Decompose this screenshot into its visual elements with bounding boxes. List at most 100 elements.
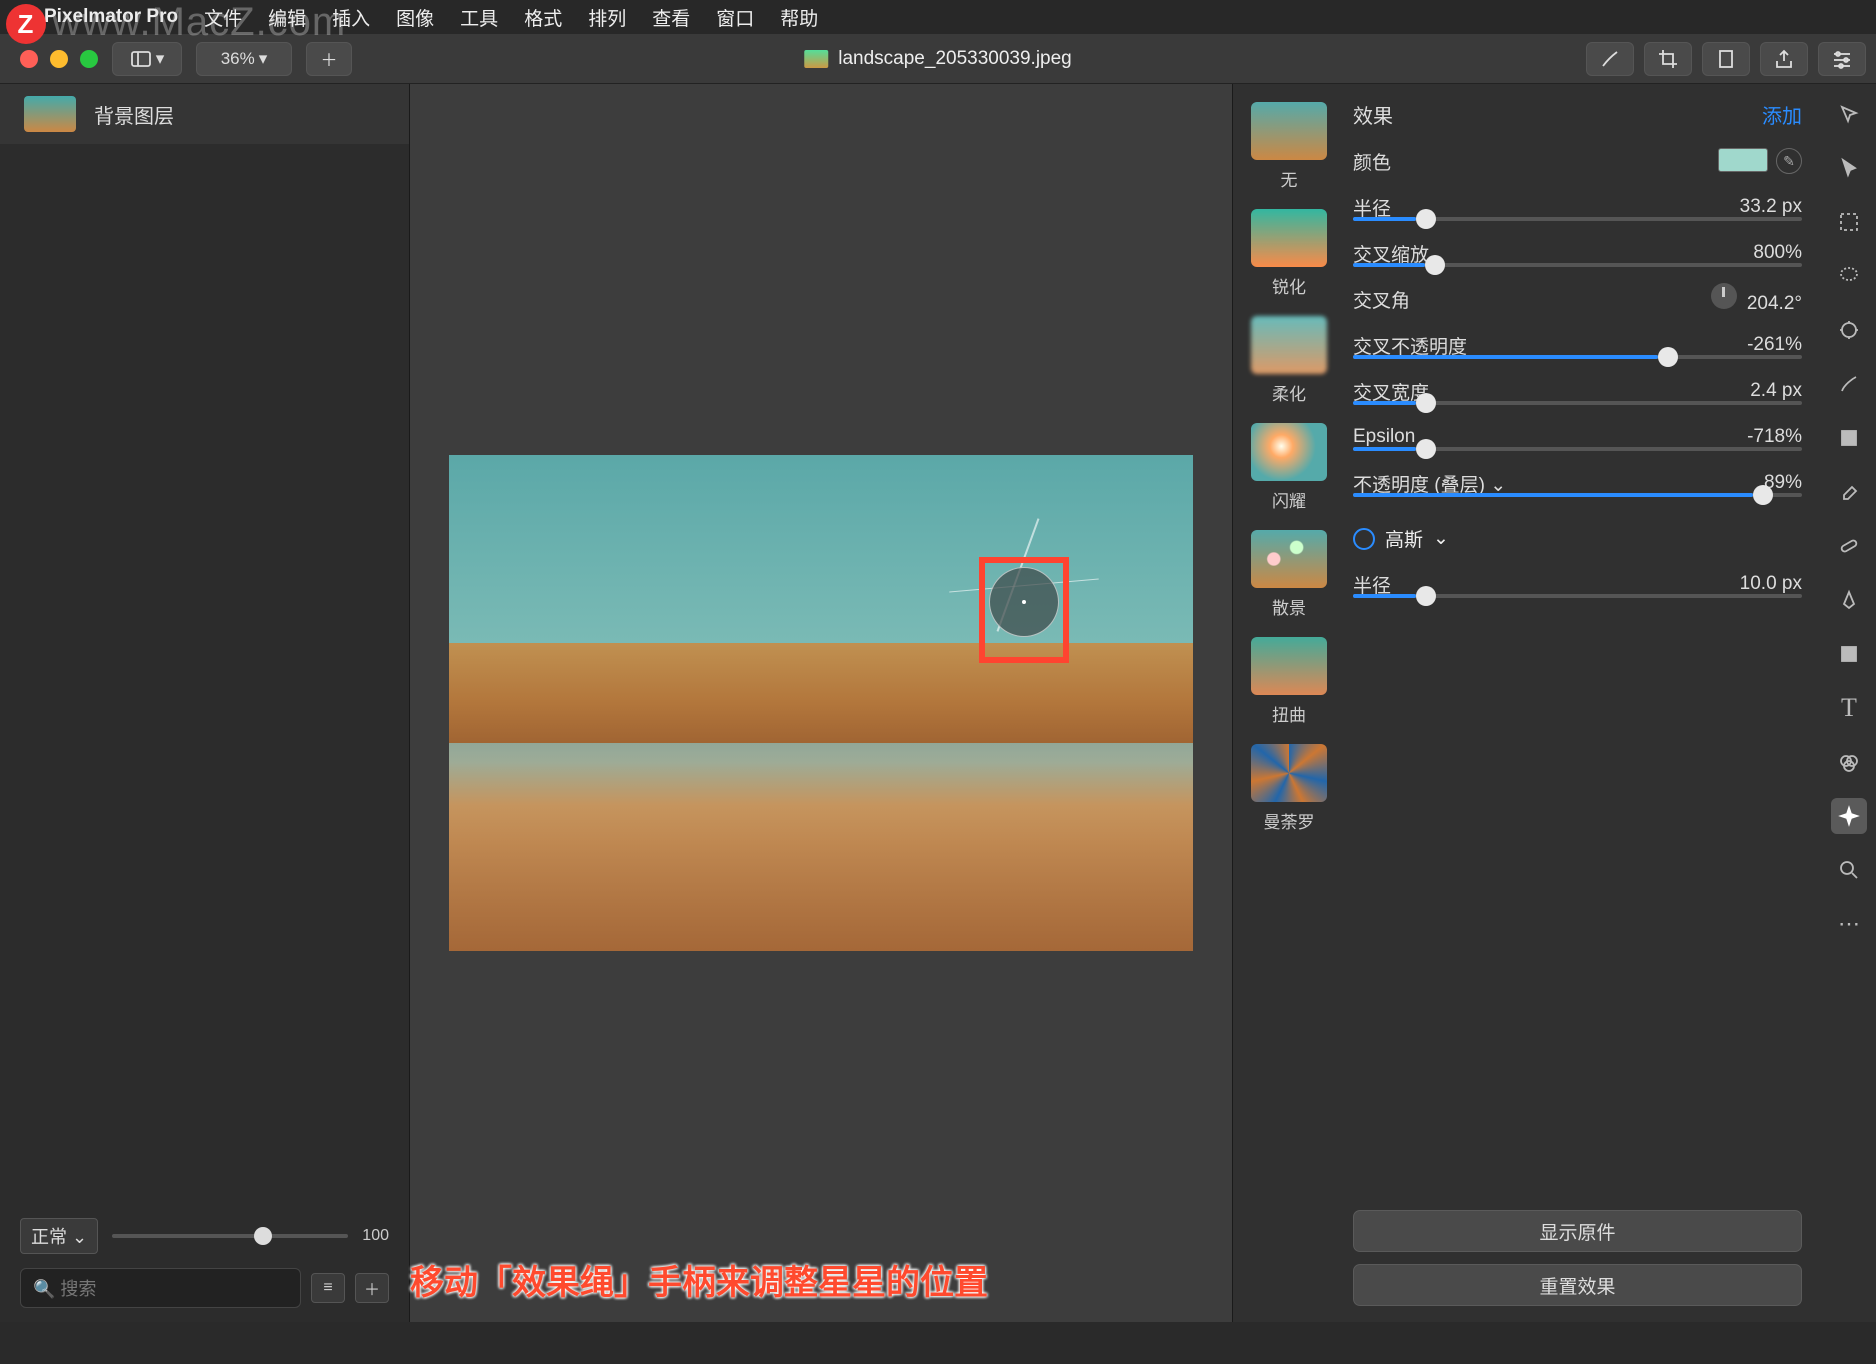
preset-bokeh[interactable]: 散景 bbox=[1251, 530, 1327, 619]
preset-label: 锐化 bbox=[1272, 273, 1306, 298]
layer-row[interactable]: 背景图层 bbox=[0, 84, 409, 144]
tool-text[interactable]: T bbox=[1831, 690, 1867, 726]
window-minimize-button[interactable] bbox=[50, 50, 68, 68]
adjustments-button[interactable] bbox=[1818, 42, 1866, 76]
menu-edit[interactable]: 编辑 bbox=[268, 4, 306, 31]
sidebar-toggle-button[interactable]: ▾ bbox=[112, 42, 182, 76]
bandage-icon bbox=[1838, 535, 1860, 557]
preset-soften[interactable]: 柔化 bbox=[1251, 316, 1327, 405]
cross-scale-slider[interactable] bbox=[1353, 263, 1802, 267]
param-cross-angle-value: 204.2° bbox=[1747, 293, 1802, 314]
sliders-icon bbox=[1831, 48, 1853, 70]
param-color-label: 颜色 bbox=[1353, 148, 1391, 175]
menu-view[interactable]: 查看 bbox=[652, 4, 690, 31]
cross-width-slider[interactable] bbox=[1353, 401, 1802, 405]
tool-marquee[interactable] bbox=[1831, 204, 1867, 240]
swatch-icon bbox=[1838, 103, 1860, 125]
document-title[interactable]: landscape_205330039.jpeg bbox=[804, 48, 1072, 70]
arrow-icon bbox=[1838, 157, 1860, 179]
radius2-slider[interactable] bbox=[1353, 594, 1802, 598]
epsilon-slider[interactable] bbox=[1353, 447, 1802, 451]
menu-help[interactable]: 帮助 bbox=[780, 4, 818, 31]
document-thumb-icon bbox=[804, 50, 828, 68]
window-close-button[interactable] bbox=[20, 50, 38, 68]
tool-zoom[interactable] bbox=[1831, 852, 1867, 888]
tool-color-adjust[interactable] bbox=[1831, 744, 1867, 780]
show-original-button[interactable]: 显示原件 bbox=[1353, 1210, 1802, 1252]
menu-arrange[interactable]: 排列 bbox=[588, 4, 626, 31]
layer-opacity-value: 100 bbox=[362, 1227, 389, 1245]
angle-dial[interactable] bbox=[1711, 283, 1737, 309]
tool-brush[interactable] bbox=[1831, 366, 1867, 402]
preset-sparkle[interactable]: 闪耀 bbox=[1251, 423, 1327, 512]
cross-opacity-slider[interactable] bbox=[1353, 355, 1802, 359]
paint-tool-button[interactable] bbox=[1586, 42, 1634, 76]
menu-format[interactable]: 格式 bbox=[524, 4, 562, 31]
eyedropper-button[interactable]: ✎ bbox=[1776, 148, 1802, 174]
layer-opacity-slider[interactable] bbox=[112, 1234, 348, 1238]
preset-label: 柔化 bbox=[1272, 380, 1306, 405]
ellipsis-icon: ⋯ bbox=[1838, 911, 1860, 937]
share-button[interactable] bbox=[1760, 42, 1808, 76]
system-menubar: Pixelmator Pro 文件 编辑 插入 图像 工具 格式 排列 查看 窗… bbox=[0, 0, 1876, 34]
preset-none[interactable]: 无 bbox=[1251, 102, 1327, 191]
layers-search-input[interactable]: 🔍 搜索 bbox=[20, 1268, 301, 1308]
brush-icon bbox=[1599, 48, 1621, 70]
add-button[interactable]: ＋ bbox=[306, 42, 352, 76]
menu-file[interactable]: 文件 bbox=[204, 4, 242, 31]
tool-shape[interactable] bbox=[1831, 636, 1867, 672]
preset-mandala[interactable]: 曼荼罗 bbox=[1251, 744, 1327, 833]
crop-icon bbox=[1657, 48, 1679, 70]
preset-sharpen[interactable]: 锐化 bbox=[1251, 209, 1327, 298]
tool-lasso[interactable] bbox=[1831, 258, 1867, 294]
tool-effects[interactable] bbox=[1831, 798, 1867, 834]
tool-heal[interactable] bbox=[1831, 528, 1867, 564]
canvas-image[interactable] bbox=[449, 455, 1193, 951]
menu-insert[interactable]: 插入 bbox=[332, 4, 370, 31]
reset-effects-button[interactable]: 重置效果 bbox=[1353, 1264, 1802, 1306]
preset-distort[interactable]: 扭曲 bbox=[1251, 637, 1327, 726]
opacity-slider[interactable] bbox=[1353, 493, 1802, 497]
menu-tools[interactable]: 工具 bbox=[460, 4, 498, 31]
preset-label: 无 bbox=[1281, 166, 1298, 191]
preset-thumb-icon bbox=[1251, 423, 1327, 481]
menu-window[interactable]: 窗口 bbox=[716, 4, 754, 31]
eraser-icon bbox=[1838, 481, 1860, 503]
zoom-value: 36% bbox=[221, 49, 255, 69]
preset-thumb-icon bbox=[1251, 316, 1327, 374]
color-swatch[interactable] bbox=[1718, 148, 1768, 172]
tool-magic-wand[interactable] bbox=[1831, 312, 1867, 348]
window-maximize-button[interactable] bbox=[80, 50, 98, 68]
add-effect-button[interactable]: 添加 bbox=[1762, 100, 1802, 129]
param-cross-scale-value: 800% bbox=[1753, 242, 1802, 264]
tool-pen[interactable] bbox=[1831, 582, 1867, 618]
tool-eraser[interactable] bbox=[1831, 474, 1867, 510]
menu-image[interactable]: 图像 bbox=[396, 4, 434, 31]
right-toolbar: T ⋯ bbox=[1822, 84, 1876, 1322]
blend-mode-select[interactable]: 正常 ⌄ bbox=[20, 1218, 98, 1254]
effects-panel: 无 锐化 柔化 闪耀 散景 扭曲 曼荼罗 效果 添加 颜色 ✎ 半径33.2 p… bbox=[1232, 84, 1822, 1322]
tool-fill[interactable] bbox=[1831, 420, 1867, 456]
canvas-area[interactable]: 移动「效果绳」手柄来调整星星的位置 bbox=[410, 84, 1232, 1322]
radius-slider[interactable] bbox=[1353, 217, 1802, 221]
tool-styles[interactable] bbox=[1831, 96, 1867, 132]
tool-more[interactable]: ⋯ bbox=[1831, 906, 1867, 942]
add-layer-button[interactable]: ＋ bbox=[355, 1273, 389, 1303]
circles-icon bbox=[1838, 751, 1860, 773]
paintbrush-icon bbox=[1838, 373, 1860, 395]
tool-arrow[interactable] bbox=[1831, 150, 1867, 186]
app-name[interactable]: Pixelmator Pro bbox=[44, 6, 178, 28]
section-ring-icon bbox=[1353, 528, 1375, 550]
preset-label: 曼荼罗 bbox=[1264, 808, 1315, 833]
zoom-level-dropdown[interactable]: 36% ▾ bbox=[196, 42, 292, 76]
preset-label: 散景 bbox=[1272, 594, 1306, 619]
preset-thumb-icon bbox=[1251, 209, 1327, 267]
effect-section-gaussian[interactable]: 高斯 ⌄ bbox=[1353, 525, 1802, 552]
param-epsilon-value: -718% bbox=[1747, 426, 1802, 448]
magnifier-icon bbox=[1838, 859, 1860, 881]
param-cross-angle-label: 交叉角 bbox=[1353, 286, 1410, 313]
layers-options-button[interactable]: ≡ bbox=[311, 1273, 345, 1303]
export-button[interactable] bbox=[1702, 42, 1750, 76]
crop-tool-button[interactable] bbox=[1644, 42, 1692, 76]
layer-name: 背景图层 bbox=[94, 100, 174, 129]
